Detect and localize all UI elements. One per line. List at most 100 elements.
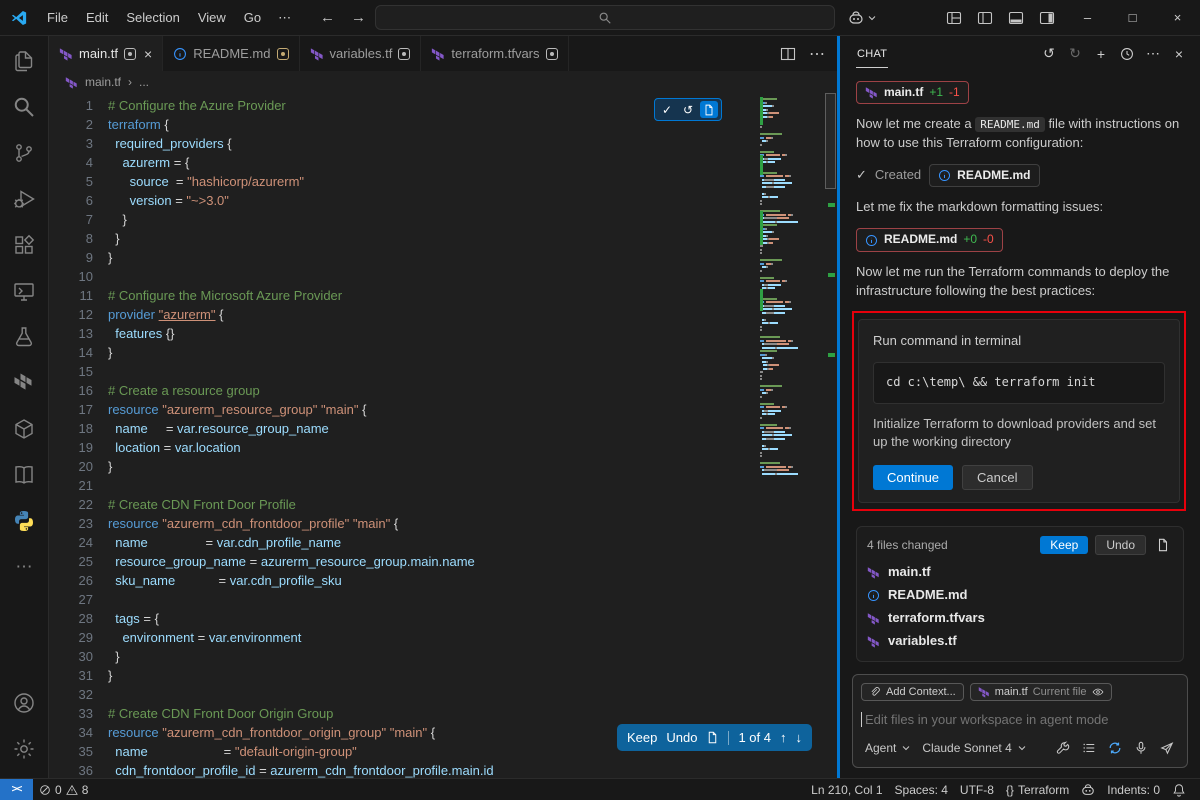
- code-line-19[interactable]: 19 location = var.location: [49, 438, 760, 457]
- eye-icon[interactable]: [1092, 686, 1104, 698]
- modified-indicator[interactable]: [546, 48, 558, 60]
- mode-picker[interactable]: Agent: [861, 739, 916, 757]
- menu-edit[interactable]: Edit: [77, 6, 117, 30]
- modified-indicator[interactable]: [398, 48, 410, 60]
- changed-file-chip[interactable]: README.md +0 -0: [856, 228, 1003, 251]
- tab-chat[interactable]: CHAT: [856, 39, 888, 68]
- back-icon[interactable]: ←: [320, 9, 335, 26]
- code-line-36[interactable]: 36 cdn_frontdoor_profile_id = azurerm_cd…: [49, 761, 760, 778]
- chat-undo-icon[interactable]: ↺: [1038, 43, 1060, 65]
- problems-indicator[interactable]: 0 8: [33, 779, 94, 800]
- next-edit-icon[interactable]: ↓: [796, 730, 803, 745]
- open-diff-icon[interactable]: [700, 101, 718, 118]
- undo-all-button[interactable]: Undo: [1095, 535, 1146, 555]
- infrastructure-box-icon[interactable]: [0, 406, 48, 452]
- split-editor-icon[interactable]: [780, 46, 796, 62]
- code-line-4[interactable]: 4 azurerm = {: [49, 153, 760, 172]
- test-flask-icon[interactable]: [0, 314, 48, 360]
- tab-main-tf[interactable]: main.tf×: [49, 36, 163, 71]
- menu-more-button[interactable]: ⋯: [270, 10, 299, 26]
- chat-close-icon[interactable]: ×: [1168, 43, 1190, 65]
- toggle-panel-icon[interactable]: [1008, 10, 1024, 26]
- customize-layout-icon[interactable]: [946, 10, 962, 26]
- accept-change-icon[interactable]: ✓: [658, 101, 676, 118]
- code-line-27[interactable]: 27: [49, 590, 760, 609]
- tab-terraform-tfvars[interactable]: terraform.tfvars: [421, 36, 568, 71]
- code-line-29[interactable]: 29 environment = var.environment: [49, 628, 760, 647]
- menu-file[interactable]: File: [38, 6, 77, 30]
- code-line-18[interactable]: 18 name = var.resource_group_name: [49, 419, 760, 438]
- code-line-5[interactable]: 5 source = "hashicorp/azurerm": [49, 172, 760, 191]
- terraform-extension-icon[interactable]: [0, 360, 48, 406]
- code-line-25[interactable]: 25 resource_group_name = azurerm_resourc…: [49, 552, 760, 571]
- tab-variables-tf[interactable]: variables.tf: [300, 36, 422, 71]
- code-line-22[interactable]: 22# Create CDN Front Door Profile: [49, 495, 760, 514]
- modified-indicator[interactable]: [277, 48, 289, 60]
- created-file-chip[interactable]: README.md: [929, 164, 1039, 187]
- changed-file-README-md[interactable]: README.md: [867, 584, 1173, 607]
- chat-redo-icon[interactable]: ↻: [1064, 43, 1086, 65]
- run-debug-icon[interactable]: [0, 176, 48, 222]
- code-line-8[interactable]: 8 }: [49, 229, 760, 248]
- menu-go[interactable]: Go: [235, 6, 270, 30]
- cursor-position[interactable]: Ln 210, Col 1: [805, 779, 888, 800]
- docs-book-icon[interactable]: [0, 452, 48, 498]
- changed-file-variables-tf[interactable]: variables.tf: [867, 630, 1173, 653]
- account-icon[interactable]: [0, 680, 48, 726]
- code-line-3[interactable]: 3 required_providers {: [49, 134, 760, 153]
- maximize-button[interactable]: □: [1110, 0, 1155, 35]
- code-line-7[interactable]: 7 }: [49, 210, 760, 229]
- indentation-setting[interactable]: Spaces: 4: [889, 779, 954, 800]
- code-line-11[interactable]: 11# Configure the Microsoft Azure Provid…: [49, 286, 760, 305]
- extensions-icon[interactable]: [0, 222, 48, 268]
- remote-indicator[interactable]: ><: [0, 779, 33, 800]
- send-icon[interactable]: [1155, 737, 1179, 759]
- indents-indicator[interactable]: Indents: 0: [1101, 779, 1166, 800]
- undo-button[interactable]: Undo: [666, 730, 697, 745]
- cancel-button[interactable]: Cancel: [962, 465, 1032, 490]
- search-sidebar-icon[interactable]: [0, 84, 48, 130]
- changed-file-chip[interactable]: main.tf +1 -1: [856, 81, 969, 104]
- code-line-28[interactable]: 28 tags = {: [49, 609, 760, 628]
- tools-icon[interactable]: [1051, 737, 1075, 759]
- code-line-17[interactable]: 17resource "azurerm_resource_group" "mai…: [49, 400, 760, 419]
- chat-input-box[interactable]: Add Context... main.tf Current file Edit…: [852, 674, 1188, 768]
- sync-loop-icon[interactable]: [1103, 737, 1127, 759]
- code-line-10[interactable]: 10: [49, 267, 760, 286]
- language-mode[interactable]: {}Terraform: [1000, 779, 1075, 800]
- chat-more-icon[interactable]: ⋯: [1142, 43, 1164, 65]
- tab-README-md[interactable]: README.md: [163, 36, 299, 71]
- notifications-bell-icon[interactable]: [1166, 779, 1192, 800]
- code-line-6[interactable]: 6 version = "~>3.0": [49, 191, 760, 210]
- menu-selection[interactable]: Selection: [117, 6, 188, 30]
- code-line-31[interactable]: 31}: [49, 666, 760, 685]
- source-control-icon[interactable]: [0, 130, 48, 176]
- python-icon[interactable]: [0, 498, 48, 544]
- mic-icon[interactable]: [1129, 737, 1153, 759]
- copilot-menu-button[interactable]: [848, 10, 878, 26]
- code-editor[interactable]: 1# Configure the Azure Provider2terrafor…: [49, 93, 837, 778]
- editor-scrollbar[interactable]: [824, 93, 837, 778]
- code-line-21[interactable]: 21: [49, 476, 760, 495]
- close-window-button[interactable]: ×: [1155, 0, 1200, 35]
- remote-explorer-icon[interactable]: [0, 268, 48, 314]
- list-icon[interactable]: [1077, 737, 1101, 759]
- code-line-15[interactable]: 15: [49, 362, 760, 381]
- code-line-13[interactable]: 13 features {}: [49, 324, 760, 343]
- changed-file-main-tf[interactable]: main.tf: [867, 561, 1173, 584]
- terminal-command-text[interactable]: cd c:\temp\ && terraform init: [873, 362, 1165, 403]
- command-center-search[interactable]: [375, 5, 835, 30]
- forward-icon[interactable]: →: [351, 9, 366, 26]
- view-diff-icon[interactable]: [1153, 535, 1173, 555]
- modified-indicator[interactable]: [124, 48, 136, 60]
- menu-view[interactable]: View: [189, 6, 235, 30]
- keep-all-button[interactable]: Keep: [1040, 536, 1088, 554]
- code-lines[interactable]: 1# Configure the Azure Provider2terrafor…: [49, 93, 760, 778]
- breadcrumb-more[interactable]: ...: [139, 75, 149, 89]
- discard-change-icon[interactable]: ↺: [679, 101, 697, 118]
- chat-history-icon[interactable]: [1116, 43, 1138, 65]
- code-line-14[interactable]: 14}: [49, 343, 760, 362]
- model-picker[interactable]: Claude Sonnet 4: [918, 739, 1031, 757]
- new-chat-icon[interactable]: +: [1090, 43, 1112, 65]
- close-tab-icon[interactable]: ×: [144, 46, 152, 62]
